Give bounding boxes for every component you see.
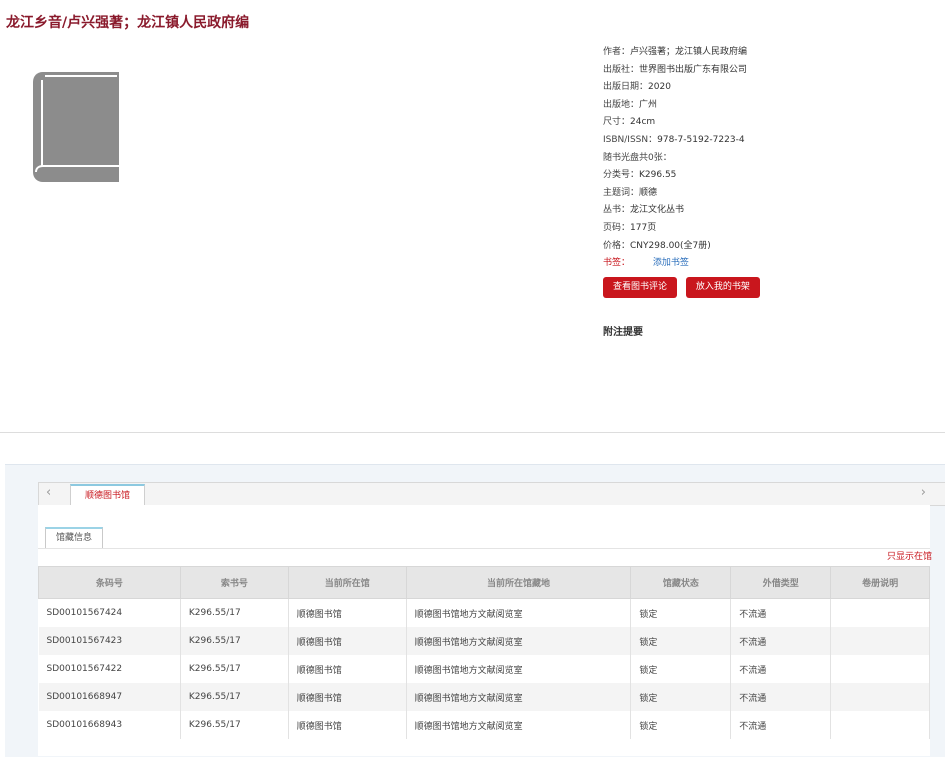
view-reviews-button[interactable]: 查看图书评论 — [603, 277, 678, 298]
col-status: 馆藏状态 — [630, 566, 732, 599]
meta-classification: 分类号：K296.55 — [603, 170, 677, 181]
meta-subject: 主题词：顺德 — [603, 187, 658, 198]
add-bookmark-link[interactable]: 添加书签 — [653, 258, 689, 268]
table-row: SD00101668943 K296.55/17 顺德图书馆 顺德图书馆地方文献阅览室… — [38, 711, 930, 739]
notes-heading: 附注提要 — [603, 327, 643, 338]
col-loan-type: 外借类型 — [730, 566, 832, 599]
meta-size: 尺寸：24cm — [603, 117, 656, 128]
col-barcode: 条码号 — [38, 566, 181, 599]
meta-disc: 随书光盘共0张： — [603, 152, 672, 163]
book-metadata: 作者：卢兴强著；龙江镇人民政府编 出版社：世界图书出版广东有限公司 出版日期：2… — [603, 44, 933, 273]
subtab-divider — [38, 548, 930, 549]
col-current-library: 当前所在馆 — [287, 566, 407, 599]
table-row: SD00101567422 K296.55/17 顺德图书馆 顺德图书馆地方文献阅览室… — [38, 655, 930, 683]
meta-bookmark: 书签： 添加书签 — [603, 255, 933, 273]
action-buttons: 查看图书评论 放入我的书架 — [603, 277, 766, 298]
table-row: SD00101567424 K296.55/17 顺德图书馆 顺德图书馆地方文献阅览室… — [38, 598, 930, 627]
meta-place: 出版地：广州 — [603, 99, 658, 110]
table-row: SD00101567423 K296.55/17 顺德图书馆 顺德图书馆地方文献阅览室… — [38, 627, 930, 655]
show-available-only-link[interactable]: 只显示在馆 — [887, 549, 932, 562]
book-title: 龙江乡音/卢兴强著；龙江镇人民政府编 — [6, 15, 250, 31]
chevron-left-icon[interactable]: ‹ — [46, 485, 51, 500]
add-to-shelf-button[interactable]: 放入我的书架 — [685, 277, 760, 298]
book-icon — [33, 72, 119, 182]
meta-isbn: ISBN/ISSN：978-7-5192-7223-4 — [603, 134, 745, 145]
holdings-table: 条码号 索书号 当前所在馆 当前所在馆藏地 馆藏状态 外借类型 卷册说明 SD0… — [38, 566, 930, 739]
table-row: SD00101668947 K296.55/17 顺德图书馆 顺德图书馆地方文献阅览室… — [38, 683, 930, 711]
tab-library[interactable]: 顺德图书馆 — [70, 484, 146, 506]
meta-publisher: 出版社：世界图书出版广东有限公司 — [603, 64, 748, 75]
col-current-location: 当前所在馆藏地 — [405, 566, 632, 599]
chevron-right-icon[interactable]: › — [921, 485, 926, 500]
library-tab-bar: ‹ › — [38, 482, 945, 506]
meta-author: 作者：卢兴强著；龙江镇人民政府编 — [603, 47, 748, 57]
meta-price: 价格：CNY298.00(全7册) — [603, 240, 711, 251]
book-cover — [33, 72, 121, 184]
col-call-number: 索书号 — [179, 566, 289, 599]
tab-holdings-info[interactable]: 馆藏信息 — [45, 527, 104, 548]
table-header-row: 条码号 索书号 当前所在馆 当前所在馆藏地 馆藏状态 外借类型 卷册说明 — [38, 566, 930, 599]
meta-pages: 页码：177页 — [603, 222, 657, 233]
meta-series: 丛书：龙江文化丛书 — [603, 205, 685, 216]
meta-date: 出版日期：2020 — [603, 82, 671, 93]
col-volume-note: 卷册说明 — [830, 566, 930, 599]
bookmark-label: 书签： — [603, 258, 631, 269]
section-divider — [0, 432, 945, 433]
